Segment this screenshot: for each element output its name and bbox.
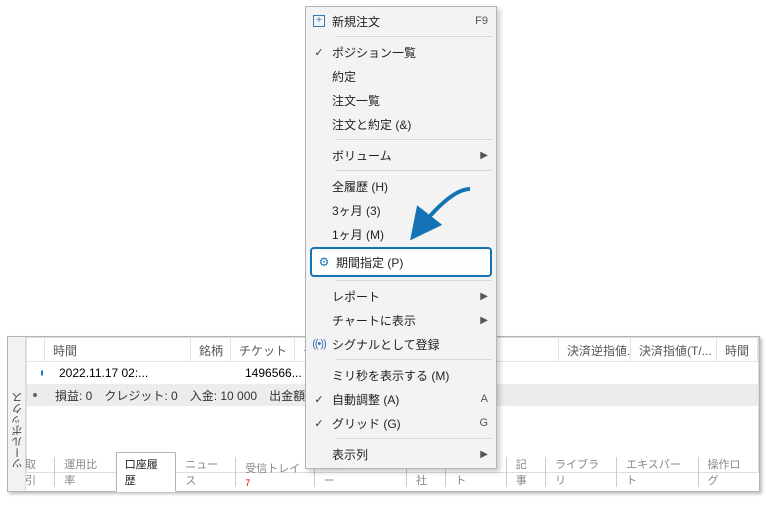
menu-separator — [336, 170, 492, 171]
chevron-right-icon: ▶ — [480, 291, 496, 302]
menu-volume[interactable]: ボリューム ▶ — [306, 143, 496, 167]
menu-all-history[interactable]: 全履歴 (H) — [306, 174, 496, 198]
menu-period[interactable]: ⚙ 期間指定 (P) — [310, 247, 492, 277]
tab-8[interactable]: 記事 — [507, 452, 546, 492]
tab-9[interactable]: ライブラリ — [546, 452, 617, 492]
menu-show-chart[interactable]: チャートに表示 ▶ — [306, 308, 496, 332]
tab-2[interactable]: 口座履歴 — [116, 452, 177, 492]
menu-orders[interactable]: 注文一覧 — [306, 88, 496, 112]
chevron-right-icon: ▶ — [480, 150, 496, 161]
summary-deposit: 入金: 10 000 — [190, 387, 257, 404]
col-close-ind[interactable]: 決済指値(T/... — [631, 338, 717, 361]
chevron-right-icon: ▶ — [480, 449, 496, 460]
menu-separator — [336, 280, 492, 281]
menu-report[interactable]: レポート ▶ — [306, 284, 496, 308]
menu-separator — [336, 438, 492, 439]
chevron-right-icon: ▶ — [480, 315, 496, 326]
menu-separator — [336, 139, 492, 140]
context-menu: + 新規注文 F9 ポジション一覧 約定 注文一覧 注文と約定 (&) ボリュー… — [305, 6, 497, 469]
summary-credit: クレジット: 0 — [104, 387, 177, 404]
tab-4[interactable]: 受信トレイ 7 — [236, 456, 314, 492]
summary-pl: 損益: 0 — [55, 387, 92, 404]
col-ticket[interactable]: チケット — [231, 338, 295, 361]
check-icon — [314, 45, 323, 59]
col-symbol[interactable]: 銘柄 — [191, 338, 231, 361]
tab-11[interactable]: 操作ログ — [699, 452, 760, 492]
bottom-tab-strip: 取引運用比率口座履歴ニュース受信トレイ 7指標カレンダー会社アラート記事ライブラ… — [16, 472, 759, 492]
menu-signal[interactable]: ((•)) シグナルとして登録 — [306, 332, 496, 356]
col-icon[interactable] — [27, 338, 45, 361]
tab-3[interactable]: ニュース — [176, 452, 236, 492]
cell-ticket: 1496566... — [237, 366, 301, 380]
menu-three-months[interactable]: 3ヶ月 (3) — [306, 198, 496, 222]
check-icon — [314, 416, 323, 430]
menu-grid[interactable]: グリッド (G) G — [306, 411, 496, 435]
signal-icon: ((•)) — [312, 338, 326, 350]
tab-0[interactable]: 取引 — [16, 452, 55, 492]
menu-auto[interactable]: 自動調整 (A) A — [306, 387, 496, 411]
tab-10[interactable]: エキスパート — [617, 452, 698, 492]
menu-columns[interactable]: 表示列 ▶ — [306, 442, 496, 466]
gear-icon: ⚙ — [319, 255, 330, 269]
plus-icon: + — [313, 15, 325, 27]
col-time2[interactable]: 時間 — [717, 338, 758, 361]
cell-time: 2022.11.17 02:... — [51, 366, 197, 380]
menu-fills[interactable]: 約定 — [306, 64, 496, 88]
tab-1[interactable]: 運用比率 — [55, 452, 116, 492]
menu-separator — [336, 359, 492, 360]
row-indicator-icon — [41, 370, 43, 376]
col-close-rev[interactable]: 決済逆指値... — [559, 338, 631, 361]
menu-orders-fills[interactable]: 注文と約定 (&) — [306, 112, 496, 136]
col-time[interactable]: 時間 — [45, 338, 191, 361]
menu-positions[interactable]: ポジション一覧 — [306, 40, 496, 64]
menu-one-month[interactable]: 1ヶ月 (M) — [306, 222, 496, 246]
check-icon — [314, 392, 323, 406]
menu-millis[interactable]: ミリ秒を表示する (M) — [306, 363, 496, 387]
menu-separator — [336, 36, 492, 37]
menu-new-order[interactable]: + 新規注文 F9 — [306, 9, 496, 33]
summary-bullet-icon — [33, 393, 37, 397]
